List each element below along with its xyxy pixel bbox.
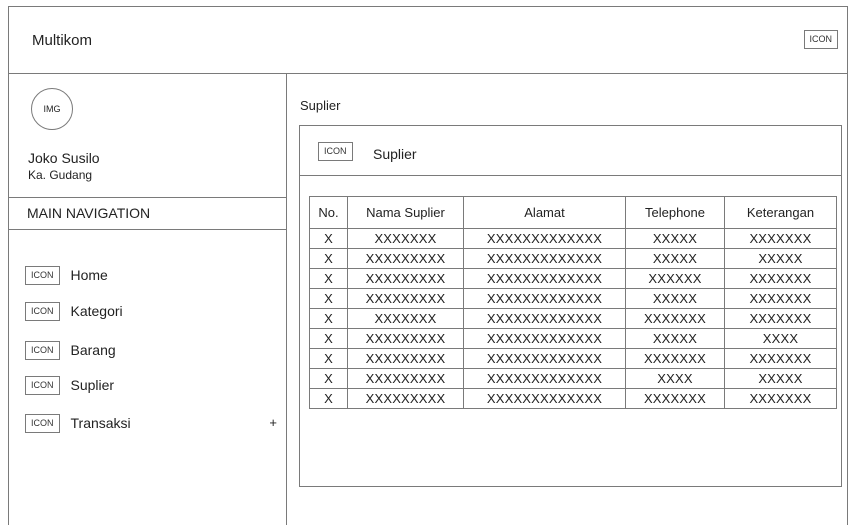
sidebar: IMG Joko Susilo Ka. Gudang MAIN NAVIGATI… <box>9 73 287 525</box>
cell-telephone: XXXX <box>625 368 725 389</box>
column-header-keterangan: Keterangan <box>724 196 837 229</box>
suplier-icon: ICON <box>25 375 60 395</box>
cell-telephone: XXXXX <box>625 228 725 249</box>
cell-keterangan: XXXXXXX <box>724 348 837 369</box>
sidebar-item-home[interactable]: ICON Home <box>25 265 277 285</box>
cell-keterangan: XXXXXXX <box>724 388 837 409</box>
suplier-panel: ICON Suplier No. Nama Suplier Alamat Tel… <box>299 125 842 487</box>
cell-alamat: XXXXXXXXXXXXX <box>463 388 626 409</box>
sidebar-item-transaksi[interactable]: ICON Transaksi + <box>25 413 277 433</box>
sidebar-item-label: Home <box>70 267 108 283</box>
top-bar: Multikom ICON <box>9 7 847 74</box>
cell-nama-suplier: XXXXXXX <box>347 228 464 249</box>
app-frame: Multikom ICON IMG Joko Susilo Ka. Gudang… <box>8 6 848 525</box>
cell-keterangan: XXXX <box>724 328 837 349</box>
cell-alamat: XXXXXXXXXXXXX <box>463 228 626 249</box>
cell-no: X <box>309 328 348 349</box>
page-title: Suplier <box>300 98 341 113</box>
cell-keterangan: XXXXXXX <box>724 228 837 249</box>
cell-nama-suplier: XXXXXXXXX <box>347 348 464 369</box>
table-row[interactable]: XXXXXXXXXXXXXXXXXXXXXXXXXXXXXXXXXXX <box>309 308 837 329</box>
cell-keterangan: XXXXXXX <box>724 308 837 329</box>
cell-nama-suplier: XXXXXXXXX <box>347 288 464 309</box>
nav-header: MAIN NAVIGATION <box>9 197 286 230</box>
panel-title: Suplier <box>373 146 417 162</box>
barang-icon: ICON <box>25 340 60 360</box>
column-header-no: No. <box>309 196 348 229</box>
sidebar-item-label: Transaksi <box>70 415 131 431</box>
sidebar-item-label: Suplier <box>70 377 115 393</box>
column-header-nama-suplier: Nama Suplier <box>347 196 464 229</box>
sidebar-item-barang[interactable]: ICON Barang <box>25 340 277 360</box>
cell-alamat: XXXXXXXXXXXXX <box>463 248 626 269</box>
cell-nama-suplier: XXXXXXXXX <box>347 248 464 269</box>
table-row[interactable]: X XXXXXXXXX XXXXXXXXXXXXX XXXXXXX XXXXXXX <box>309 348 837 369</box>
avatar: IMG <box>31 88 73 130</box>
cell-no: X <box>309 248 348 269</box>
cell-telephone: XXXXXX <box>625 268 725 289</box>
cell-no: X <box>309 348 348 369</box>
cell-no: X <box>309 228 348 249</box>
cell-alamat: XXXXXXXXXXXXX <box>463 268 626 289</box>
cell-no: X <box>309 308 348 329</box>
transaksi-icon: ICON <box>25 413 60 433</box>
cell-nama-suplier: XXXXXXXXX <box>347 328 464 349</box>
cell-alamat: XXXXXXXXXXXXX <box>463 348 626 369</box>
expand-plus-icon[interactable]: + <box>269 413 277 433</box>
sidebar-item-suplier[interactable]: ICON Suplier <box>25 375 277 395</box>
sidebar-item-kategori[interactable]: ICON Kategori <box>25 301 277 321</box>
suplier-table: No. Nama Suplier Alamat Telephone Ketera… <box>309 196 837 409</box>
cell-keterangan: XXXXXXX <box>724 288 837 309</box>
cell-keterangan: XXXXX <box>724 368 837 389</box>
cell-alamat: XXXXXXXXXXXXX <box>463 368 626 389</box>
table-header-row: No. Nama Suplier Alamat Telephone Ketera… <box>309 196 837 229</box>
panel-header: ICON Suplier <box>300 126 841 176</box>
cell-no: X <box>309 268 348 289</box>
header-icon[interactable]: ICON <box>803 30 838 49</box>
table-row[interactable]: X XXXXXXXXX XXXXXXXXXXXXX XXXXXX XXXXXXX <box>309 268 837 289</box>
cell-nama-suplier: XXXXXXXXX <box>347 268 464 289</box>
cell-no: X <box>309 388 348 409</box>
column-header-alamat: Alamat <box>463 196 626 229</box>
table-row[interactable]: XXXXXXXXXXXXXXXXXXXXXXXXXXXXXXXXX <box>309 228 837 249</box>
table-row[interactable]: XXXXXXXXXXXXXXXXXXXXXXXXXXXXXXXXX <box>309 248 837 269</box>
table-body: X XXXXXXX XXXXXXXXXXXXX XXXXX XXXXXXX X XXXXXX… <box>309 228 837 409</box>
cell-nama-suplier: XXXXXXXXX <box>347 388 464 409</box>
table-row[interactable]: X XXXXXXXXX XXXXXXXXXXXXX XXXXXXX XXXXXXX <box>309 388 837 409</box>
sidebar-item-label: Barang <box>70 342 116 358</box>
column-header-telephone: Telephone <box>625 196 725 229</box>
cell-keterangan: XXXXX <box>724 248 837 269</box>
cell-alamat: XXXXXXXXXXXXX <box>463 328 626 349</box>
cell-no: X <box>309 368 348 389</box>
kategori-icon: ICON <box>25 301 60 321</box>
panel-icon: ICON <box>318 142 353 161</box>
sidebar-item-label: Kategori <box>70 303 123 319</box>
user-name: Joko Susilo <box>28 150 100 166</box>
cell-alamat: XXXXXXXXXXXXX <box>463 288 626 309</box>
cell-nama-suplier: XXXXXXX <box>347 308 464 329</box>
cell-telephone: XXXXXXX <box>625 308 725 329</box>
cell-nama-suplier: XXXXXXXXX <box>347 368 464 389</box>
cell-alamat: XXXXXXXXXXXXX <box>463 308 626 329</box>
table-row[interactable]: XXXXXXXXXXXXXXXXXXXXXXXXXXXXXXXX <box>309 328 837 349</box>
cell-telephone: XXXXXXX <box>625 348 725 369</box>
cell-telephone: XXXXX <box>625 288 725 309</box>
user-role: Ka. Gudang <box>28 168 93 182</box>
cell-no: X <box>309 288 348 309</box>
table-row[interactable]: XXXXXXXXXXXXXXXXXXXXXXXXXXXXXXXXXXX <box>309 288 837 309</box>
table-row[interactable]: XXXXXXXXXXXXXXXXXXXXXXXXXXXXXXXX <box>309 368 837 389</box>
cell-telephone: XXXXX <box>625 328 725 349</box>
cell-telephone: XXXXXXX <box>625 388 725 409</box>
cell-keterangan: XXXXXXX <box>724 268 837 289</box>
home-icon: ICON <box>25 265 60 285</box>
cell-telephone: XXXXX <box>625 248 725 269</box>
app-title: Multikom <box>32 32 93 49</box>
main-content: Suplier ICON Suplier No. Nama Suplier Al… <box>287 73 847 525</box>
